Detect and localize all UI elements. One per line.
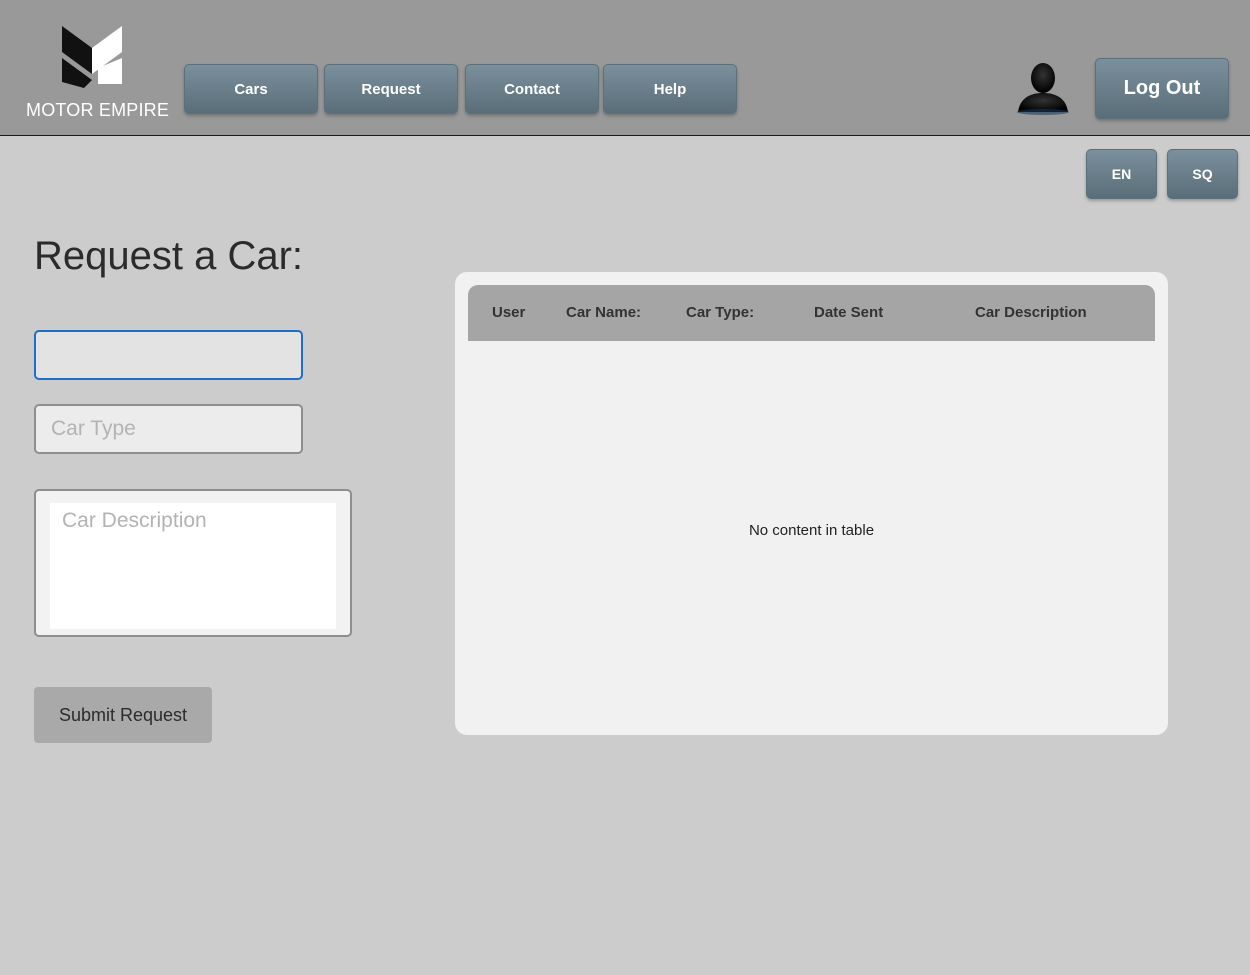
requests-table: User Car Name: Car Type: Date Sent Car D… bbox=[455, 272, 1168, 735]
table-header: User Car Name: Car Type: Date Sent Car D… bbox=[468, 285, 1155, 341]
brand-logo[interactable]: MOTOR EMPIRE bbox=[20, 22, 170, 122]
column-header-user[interactable]: User bbox=[492, 285, 525, 341]
column-header-car-name[interactable]: Car Name: bbox=[566, 285, 641, 341]
column-header-car-description[interactable]: Car Description bbox=[975, 285, 1087, 341]
language-sq-label: SQ bbox=[1192, 166, 1213, 182]
top-header: MOTOR EMPIRE Cars Request Contact Help L… bbox=[0, 0, 1250, 136]
user-avatar-icon[interactable] bbox=[1014, 58, 1072, 116]
car-type-input[interactable] bbox=[34, 404, 303, 454]
car-name-input[interactable] bbox=[34, 330, 303, 380]
nav-request-button[interactable]: Request bbox=[324, 64, 458, 114]
nav-contact-button[interactable]: Contact bbox=[465, 64, 599, 114]
language-en-button[interactable]: EN bbox=[1086, 149, 1157, 199]
logout-button[interactable]: Log Out bbox=[1095, 58, 1229, 119]
submit-request-button[interactable]: Submit Request bbox=[34, 687, 212, 743]
page-title: Request a Car: bbox=[34, 234, 304, 278]
nav-contact-label: Contact bbox=[504, 80, 560, 98]
car-description-textarea[interactable] bbox=[50, 503, 336, 629]
column-header-date-sent[interactable]: Date Sent bbox=[814, 285, 883, 341]
car-description-frame bbox=[34, 489, 352, 637]
motor-empire-logo-icon bbox=[62, 26, 122, 88]
nav-cars-button[interactable]: Cars bbox=[184, 64, 318, 114]
column-header-car-type[interactable]: Car Type: bbox=[686, 285, 754, 341]
nav-request-label: Request bbox=[361, 80, 421, 98]
language-sq-button[interactable]: SQ bbox=[1167, 149, 1238, 199]
table-empty-message: No content in table bbox=[748, 522, 875, 539]
logout-label: Log Out bbox=[1123, 77, 1201, 99]
brand-name: MOTOR EMPIRE bbox=[26, 100, 170, 120]
nav-help-button[interactable]: Help bbox=[603, 64, 737, 114]
language-en-label: EN bbox=[1111, 166, 1132, 182]
nav-help-label: Help bbox=[653, 80, 687, 98]
nav-cars-label: Cars bbox=[234, 80, 268, 98]
